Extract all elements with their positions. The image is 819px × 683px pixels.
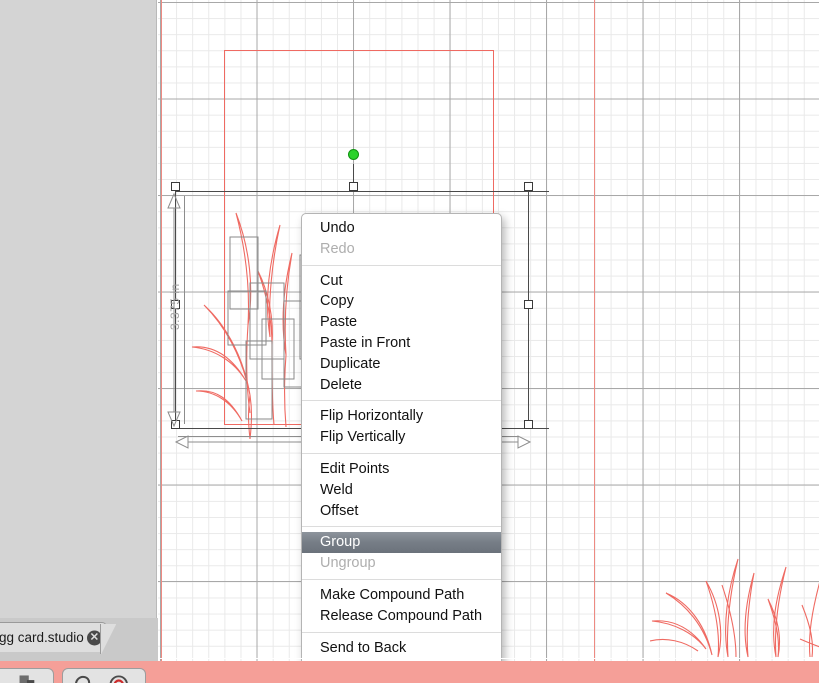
left-side-panel	[0, 0, 157, 661]
rotation-handle[interactable]	[348, 149, 359, 160]
context-menu[interactable]: Undo Redo Cut Copy Paste Paste in Front Duplic…	[301, 213, 502, 683]
height-extension-line	[184, 196, 185, 424]
menu-item-duplicate[interactable]: Duplicate	[302, 354, 501, 375]
height-dimension-label: 3.375 in	[168, 283, 182, 330]
menu-item-delete[interactable]: Delete	[302, 375, 501, 396]
selection-top-edge	[175, 191, 549, 192]
menu-separator	[302, 400, 501, 402]
menu-separator	[302, 264, 501, 266]
menu-separator	[302, 631, 501, 633]
menu-item-paste[interactable]: Paste	[302, 312, 501, 333]
menu-item-copy[interactable]: Copy	[302, 291, 501, 312]
menu-item-edit-points[interactable]: Edit Points	[302, 459, 501, 480]
menu-item-redo: Redo	[320, 240, 355, 257]
menu-item-flip-horizontally[interactable]: Flip Horizontally	[302, 406, 501, 427]
toolbar-button-group-left[interactable]	[0, 668, 54, 683]
menu-item-cut[interactable]: Cut	[302, 271, 501, 292]
document-tab[interactable]: gg card.studio ✕	[0, 622, 107, 652]
menu-item-send-to-back[interactable]: Send to Back	[302, 638, 501, 659]
application-window: 3.375 in Undo Redo Cut Copy Paste Paste in Fr…	[0, 0, 819, 683]
selection-right-edge	[528, 191, 529, 428]
menu-separator	[302, 526, 501, 528]
menu-item-ungroup: Ungroup	[320, 555, 376, 572]
menu-item-release-compound-path[interactable]: Release Compound Path	[302, 606, 501, 627]
menu-separator	[302, 452, 501, 454]
menu-separator	[302, 578, 501, 580]
selection-handle-middle-right[interactable]	[524, 300, 533, 309]
menu-item-group[interactable]: Group	[302, 532, 501, 554]
selection-handle-top-center[interactable]	[349, 182, 358, 191]
grass-artwork-bottom-right[interactable]	[650, 545, 819, 661]
bottom-status-bar	[0, 661, 819, 683]
document-tab-label: gg card.studio	[0, 630, 84, 645]
menu-item-weld[interactable]: Weld	[302, 480, 501, 501]
selection-handle-top-right[interactable]	[524, 182, 533, 191]
menu-item-undo[interactable]: Undo	[302, 218, 501, 239]
page-guide-right	[594, 0, 595, 661]
tab-trailing-slant	[100, 624, 116, 654]
selection-handle-bottom-right[interactable]	[524, 420, 533, 429]
menu-item-paste-in-front[interactable]: Paste in Front	[302, 333, 501, 354]
document-tab-strip: gg card.studio ✕	[0, 618, 158, 661]
toolbar-button-group-right[interactable]	[62, 668, 146, 683]
menu-item-offset[interactable]: Offset	[302, 501, 501, 522]
menu-item-flip-vertically[interactable]: Flip Vertically	[302, 427, 501, 448]
menu-item-make-compound-path[interactable]: Make Compound Path	[302, 585, 501, 606]
